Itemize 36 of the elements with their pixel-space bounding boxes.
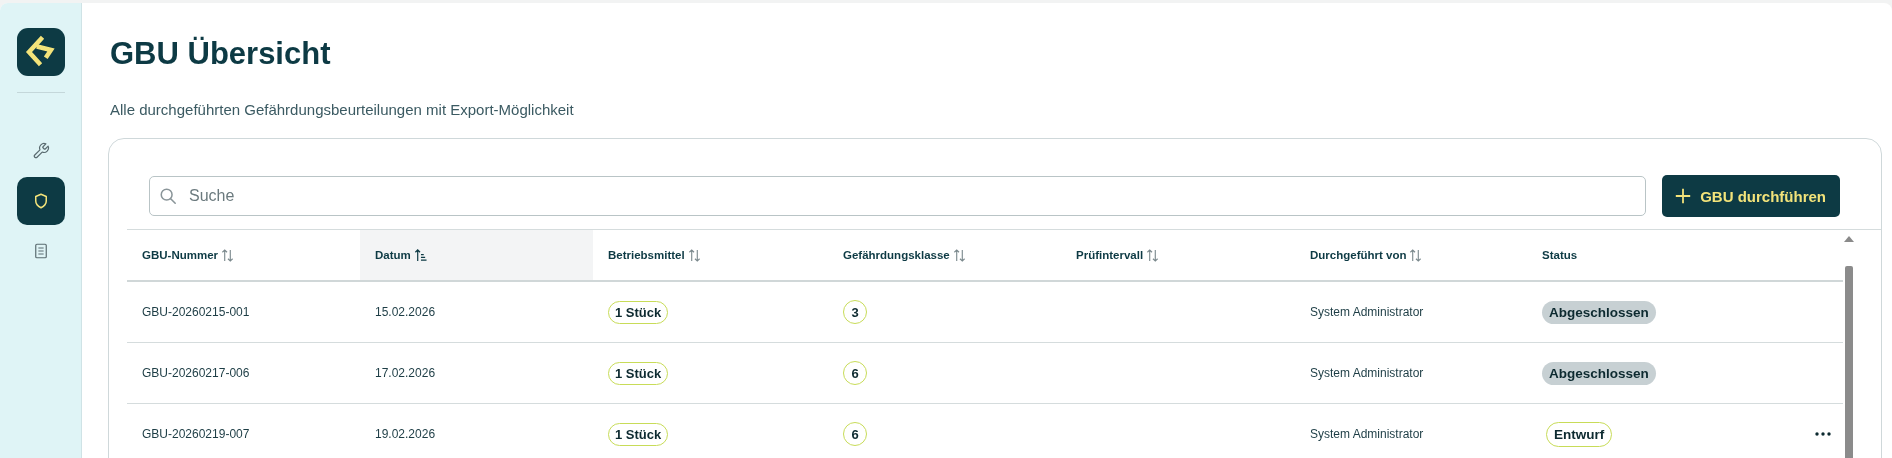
logo-icon	[16, 28, 65, 76]
sidebar-item[interactable]	[16, 177, 65, 225]
add-button[interactable]: GBU durchführen	[1662, 175, 1840, 217]
performer-name: System Administrator	[1310, 305, 1424, 319]
search-icon	[159, 187, 177, 205]
page-title: GBU Übersicht	[110, 35, 332, 73]
column-header[interactable]: GBU-Nummer	[142, 249, 219, 261]
column-header[interactable]: Gefährdungsklasse	[843, 249, 950, 261]
date-text: 15.02.2026	[375, 305, 436, 319]
gbu-number: GBU-20260215-001	[142, 305, 250, 319]
status-badge: Abgeschlossen	[1542, 361, 1656, 385]
gbu-number: GBU-20260219-007	[142, 427, 250, 441]
sort-icon[interactable]	[1409, 248, 1423, 262]
wrench-icon	[31, 142, 50, 160]
column-header[interactable]: Betriebsmittel	[608, 249, 685, 261]
plus-icon	[1674, 187, 1693, 205]
search-field[interactable]: Suche	[149, 176, 1647, 216]
sort-icon[interactable]	[221, 248, 235, 262]
sort-ascending-icon[interactable]	[413, 248, 427, 262]
column-header[interactable]: Datum	[375, 249, 411, 261]
column-header: Status	[1542, 249, 1578, 261]
date-text: 17.02.2026	[375, 366, 436, 380]
status-badge: Abgeschlossen	[1542, 300, 1656, 324]
more-icon[interactable]	[1815, 432, 1831, 436]
sort-icon[interactable]	[687, 248, 701, 262]
performer-name: System Administrator	[1310, 366, 1424, 380]
page-subtitle: Alle durchgeführten Gefährdungsbeurteilungen mit Export-Möglichkeit	[110, 100, 575, 120]
sort-icon[interactable]	[1146, 248, 1160, 262]
gbu-number: GBU-20260217-006	[142, 366, 250, 380]
date-text: 19.02.2026	[375, 427, 436, 441]
column-header[interactable]: Durchgeführt von	[1310, 249, 1407, 261]
scroll-thumb[interactable]	[1845, 266, 1853, 458]
scroll-up-icon[interactable]	[1844, 236, 1854, 242]
performer-name: System Administrator	[1310, 427, 1424, 441]
sort-icon[interactable]	[952, 248, 966, 262]
column-header[interactable]: Prüfintervall	[1076, 249, 1144, 261]
